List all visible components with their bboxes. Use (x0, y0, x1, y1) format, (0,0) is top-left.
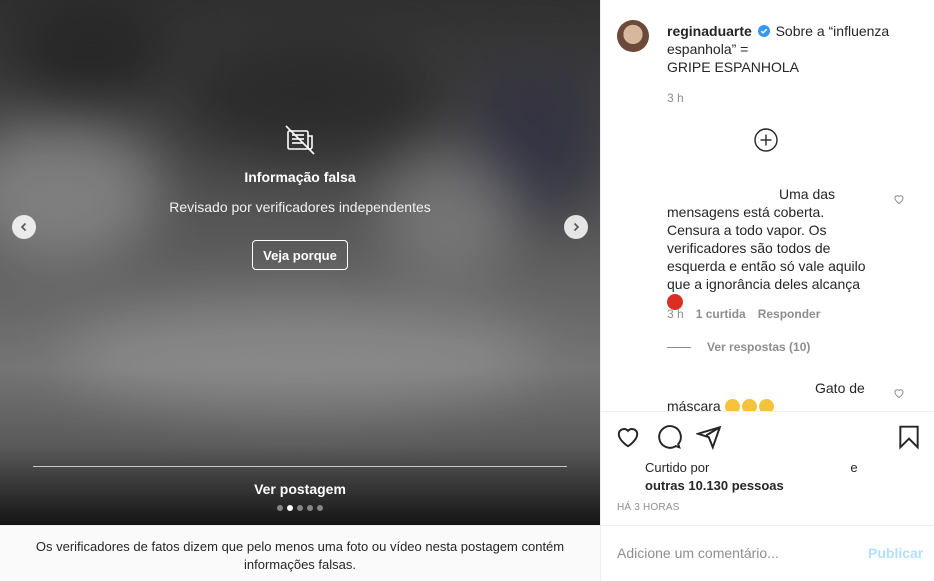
false-info-title: Informação falsa (244, 169, 356, 185)
verified-badge-icon (757, 25, 770, 37)
carousel-dot (277, 505, 283, 511)
post-timestamp: HÁ 3 HORAS (617, 502, 680, 513)
comment-icon[interactable] (656, 424, 682, 450)
carousel-dot (317, 505, 323, 511)
false-info-subtitle: Revisado por verificadores independentes (169, 199, 431, 215)
carousel-indicator (277, 505, 323, 511)
comment-like-heart-icon[interactable] (893, 193, 905, 205)
see-post-button[interactable]: Ver postagem (0, 481, 600, 497)
carousel-dot (307, 505, 313, 511)
comment-input[interactable]: Adicione um comentário... (617, 545, 779, 561)
comment-likes-link[interactable]: 1 curtida (696, 307, 746, 321)
grinning-sweat-emoji-icon (741, 399, 757, 411)
grinning-sweat-emoji-icon (758, 399, 774, 411)
comment-time: 3 h (667, 307, 684, 321)
load-more-comments-icon[interactable] (754, 128, 778, 152)
add-comment-bar: Adicione um comentário... Publicar (601, 525, 934, 581)
reply-button[interactable]: Responder (758, 307, 821, 321)
likes-count-link[interactable]: outras 10.130 pessoas (645, 478, 784, 493)
instagram-post-modal: Informação falsa Revisado por verificado… (0, 0, 934, 581)
comment-meta: 3 h 1 curtida Responder (667, 307, 820, 321)
view-replies-button[interactable]: Ver respostas (10) (667, 340, 810, 354)
see-why-button[interactable]: Veja porque (252, 240, 348, 270)
false-information-icon (285, 125, 315, 155)
grinning-sweat-emoji-icon (724, 399, 740, 411)
actions-divider (601, 411, 934, 412)
overlay-divider (33, 466, 567, 467)
caption-time: 3 h (667, 91, 684, 105)
avatar[interactable] (617, 20, 649, 52)
carousel-prev-button[interactable] (12, 215, 36, 239)
replies-line (667, 346, 691, 348)
comment-text: Gato de máscara (667, 379, 879, 411)
publish-button[interactable]: Publicar (868, 545, 923, 561)
comment-text: Uma das mensagens está coberta. Censura … (667, 185, 879, 311)
carousel-dot (297, 505, 303, 511)
post-caption: reginaduarte Sobre a “influenza espanhol… (667, 22, 917, 76)
username-link[interactable]: reginaduarte (667, 23, 752, 39)
chevron-left-icon (20, 222, 27, 232)
caption-text-line2: GRIPE ESPANHOLA (667, 59, 800, 75)
bookmark-icon[interactable] (896, 424, 922, 450)
post-side-panel: reginaduarte Sobre a “influenza espanhol… (600, 0, 934, 581)
share-icon[interactable] (696, 424, 722, 450)
post-media[interactable]: Informação falsa Revisado por verificado… (0, 0, 600, 525)
chevron-right-icon (573, 222, 580, 232)
fact-check-notice: Os verificadores de fatos dizem que pelo… (0, 525, 600, 581)
liked-by-text: Curtido por e outras 10.130 pessoas (645, 460, 858, 493)
heart-icon[interactable] (615, 424, 641, 450)
comment-like-heart-icon[interactable] (893, 387, 905, 399)
carousel-next-button[interactable] (564, 215, 588, 239)
carousel-dot-active (287, 505, 293, 511)
